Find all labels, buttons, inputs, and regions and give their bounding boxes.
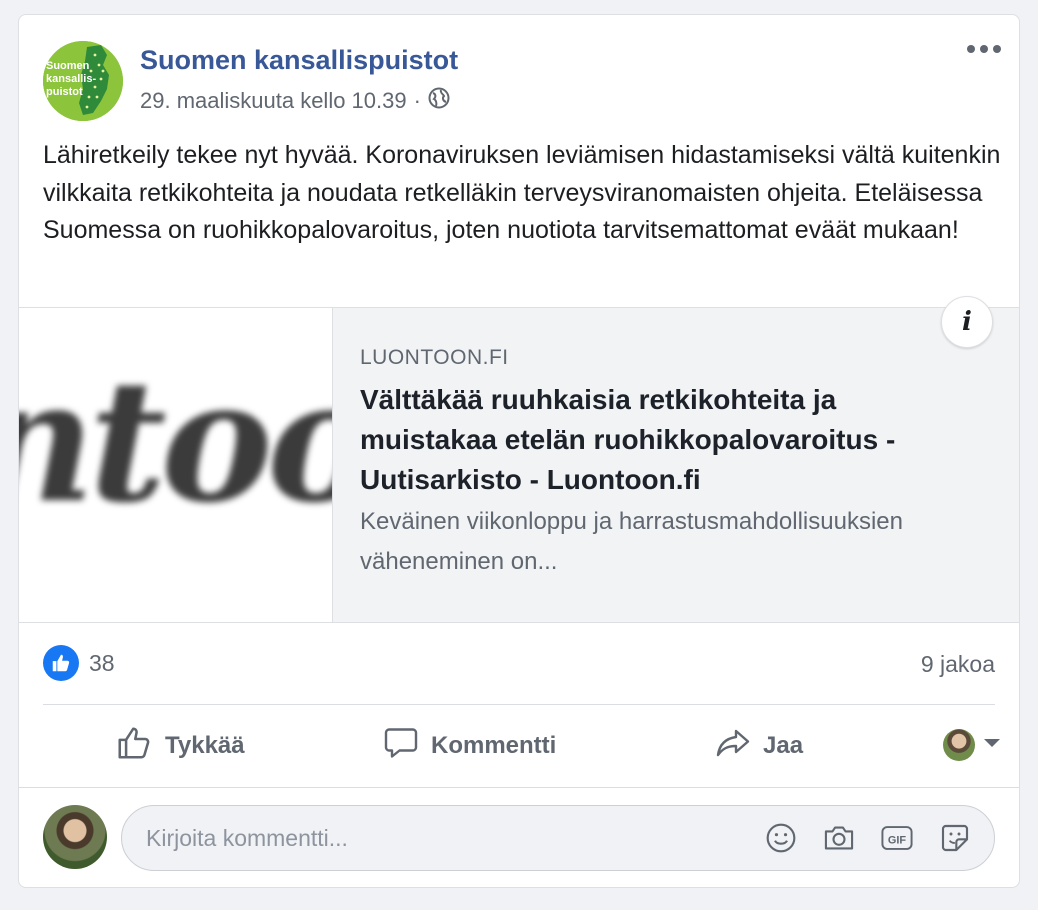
more-options-icon[interactable]	[967, 45, 1001, 53]
meta-separator: ·	[413, 88, 421, 113]
avatar-text-3: puistot	[46, 86, 83, 98]
link-description: Keväinen viikonloppu ja harrastusmahdoll…	[360, 508, 903, 575]
camera-icon[interactable]	[822, 819, 856, 857]
info-icon[interactable]: i	[941, 296, 993, 348]
post-card: Suomen kansallis- puistot Suomen kansall…	[18, 14, 1020, 888]
avatar-text-1: Suomen	[46, 60, 90, 72]
comment-tools: GIF	[764, 819, 972, 857]
share-count[interactable]: 9 jakoa	[921, 651, 995, 678]
share-label: Jaa	[763, 732, 804, 759]
post-text: Lähiretkeily tekee nyt hyvää. Koronaviru…	[43, 141, 1001, 244]
sticker-icon[interactable]	[938, 819, 972, 857]
chevron-down-icon	[983, 736, 1001, 754]
comment-icon	[383, 725, 419, 768]
gif-icon[interactable]: GIF	[880, 819, 914, 857]
thumbs-up-icon	[115, 724, 153, 769]
post-timestamp[interactable]: 29. maaliskuuta kello 10.39	[140, 88, 407, 114]
post-meta: 29. maaliskuuta kello 10.39 ·	[140, 87, 450, 115]
page-avatar-logo: Suomen kansallis- puistot	[43, 41, 123, 121]
profile-mini-avatar	[943, 729, 975, 761]
comment-divider	[19, 787, 1019, 788]
emoji-icon[interactable]	[764, 819, 798, 857]
page-name-link[interactable]: Suomen kansallispuistot	[140, 45, 458, 76]
link-domain: LUONTOON.FI	[360, 346, 509, 369]
avatar-text-2: kansallis-	[46, 73, 96, 85]
like-reaction-icon	[43, 645, 79, 681]
post-as-selector[interactable]	[943, 729, 1001, 761]
svg-text:GIF: GIF	[888, 834, 907, 846]
thumbnail-text: ntoon	[19, 342, 332, 540]
link-preview[interactable]: ntoon LUONTOON.FI Välttäkää ruuhkaisia r…	[19, 296, 1019, 623]
action-bar: Tykkää Kommentti Jaa	[43, 705, 1000, 787]
link-thumbnail[interactable]: ntoon	[19, 308, 333, 622]
page-avatar[interactable]: Suomen kansallis- puistot	[43, 41, 123, 121]
share-arrow-icon	[715, 725, 751, 768]
share-button[interactable]: Jaa	[715, 705, 803, 787]
comment-label: Kommentti	[431, 732, 557, 759]
globe-icon[interactable]	[428, 87, 450, 115]
user-avatar[interactable]	[43, 805, 107, 869]
like-label: Tykkää	[165, 732, 245, 759]
like-count: 38	[89, 649, 115, 676]
comment-composer: GIF	[121, 805, 995, 871]
comment-input[interactable]	[146, 806, 706, 870]
like-button[interactable]: Tykkää	[115, 705, 245, 787]
comment-button[interactable]: Kommentti	[383, 705, 556, 787]
reaction-summary[interactable]: 38	[43, 645, 115, 681]
link-title[interactable]: Välttäkää ruuhkaisia retkikohteita ja mu…	[360, 380, 980, 500]
